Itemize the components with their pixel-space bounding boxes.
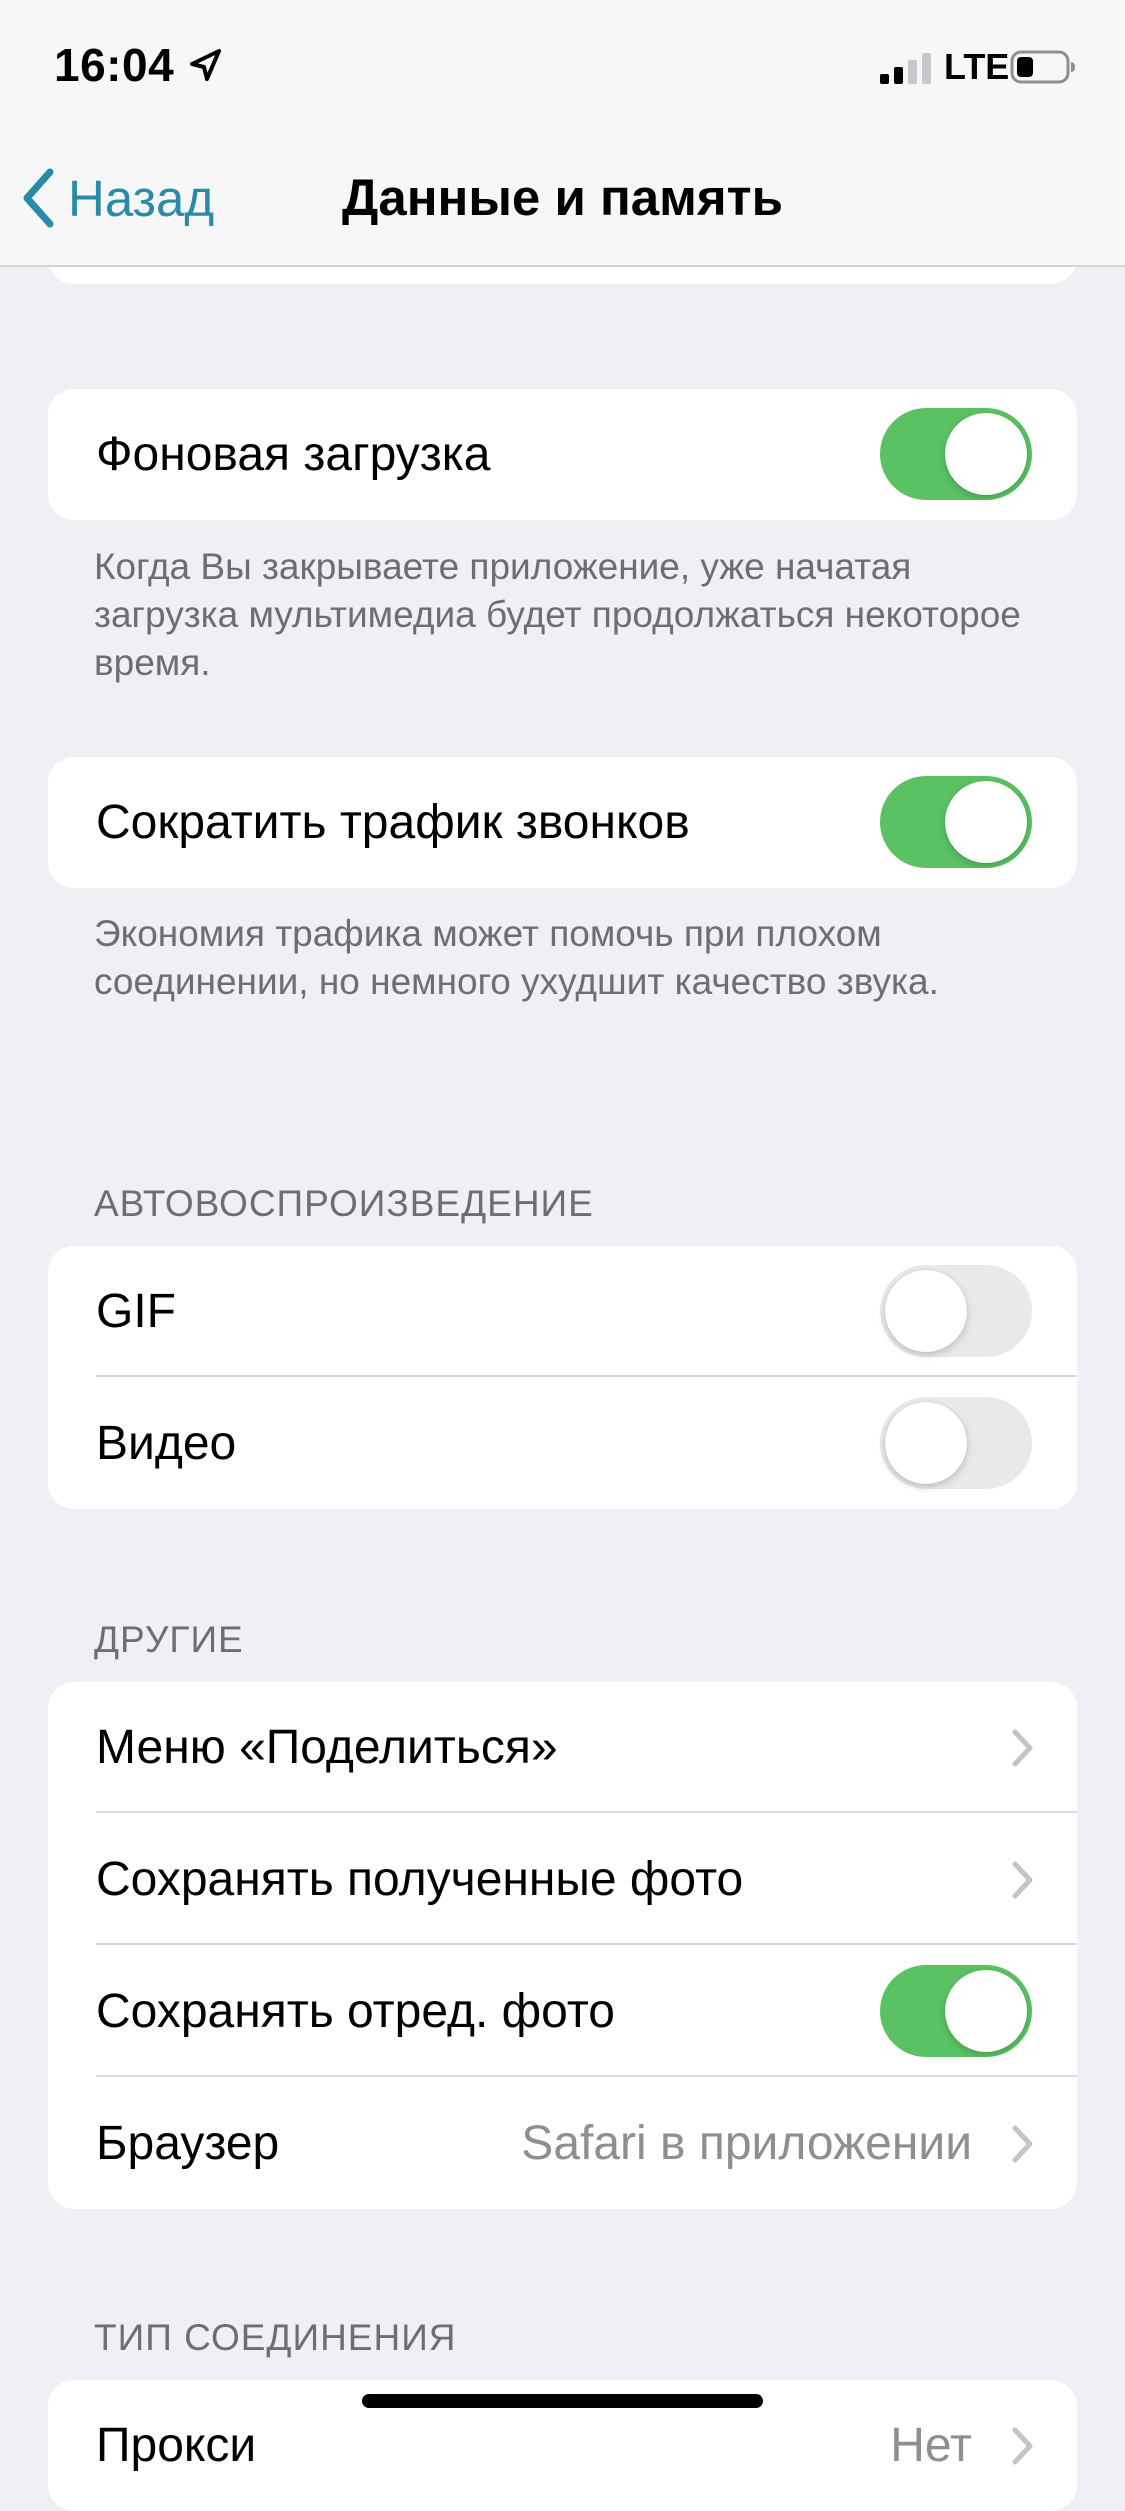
background-download-toggle[interactable] xyxy=(880,408,1032,500)
home-indicator[interactable] xyxy=(362,2394,763,2408)
chevron-right-icon xyxy=(1012,2125,1033,2163)
browser-row[interactable]: Браузер Safari в приложении xyxy=(48,2078,1077,2209)
chevron-right-icon xyxy=(1012,1861,1033,1899)
other-group: Меню «Поделиться» Сохранять полученные ф… xyxy=(48,1682,1077,2209)
connection-type-section-header: ТИП СОЕДИНЕНИЯ xyxy=(94,2317,457,2358)
reduce-call-traffic-row: Сократить трафик звонков xyxy=(48,757,1077,888)
autoplay-section-header: АВТОВОСПРОИЗВЕДЕНИЕ xyxy=(94,1183,594,1224)
save-received-photos-label: Сохранять полученные фото xyxy=(96,1853,744,1906)
page-title: Данные и память xyxy=(342,169,783,226)
share-menu-label: Меню «Поделиться» xyxy=(96,1721,558,1774)
reduce-call-traffic-footer: Экономия трафика может помочь при плохом… xyxy=(94,913,939,1002)
network-type: LTE xyxy=(944,46,1010,87)
status-time: 16:04 xyxy=(54,39,175,91)
row-divider xyxy=(96,2075,1077,2077)
autoplay-video-row: Видео xyxy=(48,1378,1077,1509)
battery-icon xyxy=(1010,50,1075,84)
background-download-row: Фоновая загрузка xyxy=(48,389,1077,520)
save-edited-photos-row: Сохранять отред. фото xyxy=(48,1946,1077,2077)
reduce-call-traffic-group: Сократить трафик звонков xyxy=(48,757,1077,888)
autoplay-gif-row: GIF xyxy=(48,1246,1077,1377)
toggle-knob xyxy=(945,781,1027,863)
toggle-knob xyxy=(945,413,1027,495)
chevron-right-icon xyxy=(1012,2427,1033,2465)
row-divider xyxy=(96,1811,1077,1813)
proxy-label: Прокси xyxy=(96,2419,257,2472)
share-menu-row[interactable]: Меню «Поделиться» xyxy=(48,1682,1077,1813)
row-divider xyxy=(96,1375,1077,1377)
toggle-knob xyxy=(885,1402,967,1484)
location-arrow-icon xyxy=(190,49,221,81)
background-download-label: Фоновая загрузка xyxy=(96,428,491,481)
other-section-header: ДРУГИЕ xyxy=(94,1619,244,1660)
autoplay-gif-toggle[interactable] xyxy=(880,1265,1032,1357)
browser-label: Браузер xyxy=(96,2117,280,2170)
browser-value: Safari в приложении xyxy=(521,2117,972,2170)
background-download-group: Фоновая загрузка xyxy=(48,389,1077,520)
reduce-call-traffic-toggle[interactable] xyxy=(880,776,1032,868)
proxy-value: Нет xyxy=(890,2419,972,2472)
save-edited-photos-label: Сохранять отред. фото xyxy=(96,1985,615,2038)
row-divider xyxy=(96,1943,1077,1945)
toggle-knob xyxy=(885,1270,967,1352)
autoplay-video-label: Видео xyxy=(96,1417,237,1470)
save-edited-photos-toggle[interactable] xyxy=(880,1965,1032,2057)
signal-icon xyxy=(880,53,931,84)
background-download-footer: Когда Вы закрываете приложение, уже нача… xyxy=(94,546,1021,683)
toggle-knob xyxy=(945,1970,1027,2052)
autoplay-group: GIF Видео xyxy=(48,1246,1077,1509)
autoplay-video-toggle[interactable] xyxy=(880,1397,1032,1489)
save-received-photos-row[interactable]: Сохранять полученные фото xyxy=(48,1814,1077,1945)
reduce-call-traffic-label: Сократить трафик звонков xyxy=(96,796,690,849)
chevron-right-icon xyxy=(1012,1729,1033,1767)
autoplay-gif-label: GIF xyxy=(96,1285,176,1338)
